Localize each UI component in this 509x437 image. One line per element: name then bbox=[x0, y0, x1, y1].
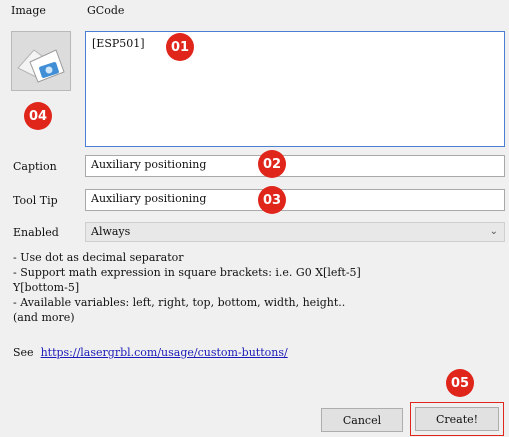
caption-value: Auxiliary positioning bbox=[91, 158, 207, 171]
help-line-3: Y[bottom-5] bbox=[13, 281, 80, 294]
callout-badge-04: 04 bbox=[24, 102, 52, 130]
help-line-4: - Available variables: left, right, top,… bbox=[13, 296, 346, 309]
tooltip-input[interactable]: Auxiliary positioning bbox=[85, 189, 505, 211]
gcode-textarea[interactable]: [ESP501] bbox=[85, 31, 505, 147]
image-icon bbox=[12, 32, 70, 90]
image-button[interactable] bbox=[11, 31, 71, 91]
gcode-column-header: GCode bbox=[87, 4, 125, 17]
tooltip-label: Tool Tip bbox=[13, 194, 58, 207]
caption-label: Caption bbox=[13, 160, 57, 173]
tooltip-value: Auxiliary positioning bbox=[91, 192, 207, 205]
see-label: See bbox=[13, 346, 34, 359]
enabled-select[interactable]: Always ⌄ bbox=[85, 222, 505, 242]
help-line-1: - Use dot as decimal separator bbox=[13, 251, 184, 264]
custom-buttons-link[interactable]: https://lasergrbl.com/usage/custom-butto… bbox=[41, 346, 288, 359]
see-line: See https://lasergrbl.com/usage/custom-b… bbox=[13, 346, 288, 359]
chevron-down-icon: ⌄ bbox=[489, 226, 498, 237]
enabled-selected-value: Always bbox=[91, 225, 131, 238]
callout-badge-05: 05 bbox=[446, 369, 474, 397]
cancel-button[interactable]: Cancel bbox=[321, 408, 403, 432]
help-line-2: - Support math expression in square brac… bbox=[13, 266, 361, 279]
help-line-5: (and more) bbox=[13, 311, 75, 324]
callout-badge-03: 03 bbox=[258, 186, 286, 214]
callout-badge-01: 01 bbox=[166, 33, 194, 61]
gcode-value: [ESP501] bbox=[92, 37, 145, 50]
create-button[interactable]: Create! bbox=[415, 407, 499, 431]
image-column-header: Image bbox=[11, 4, 46, 17]
enabled-label: Enabled bbox=[13, 226, 59, 239]
callout-badge-02: 02 bbox=[258, 150, 286, 178]
caption-input[interactable]: Auxiliary positioning bbox=[85, 155, 505, 177]
